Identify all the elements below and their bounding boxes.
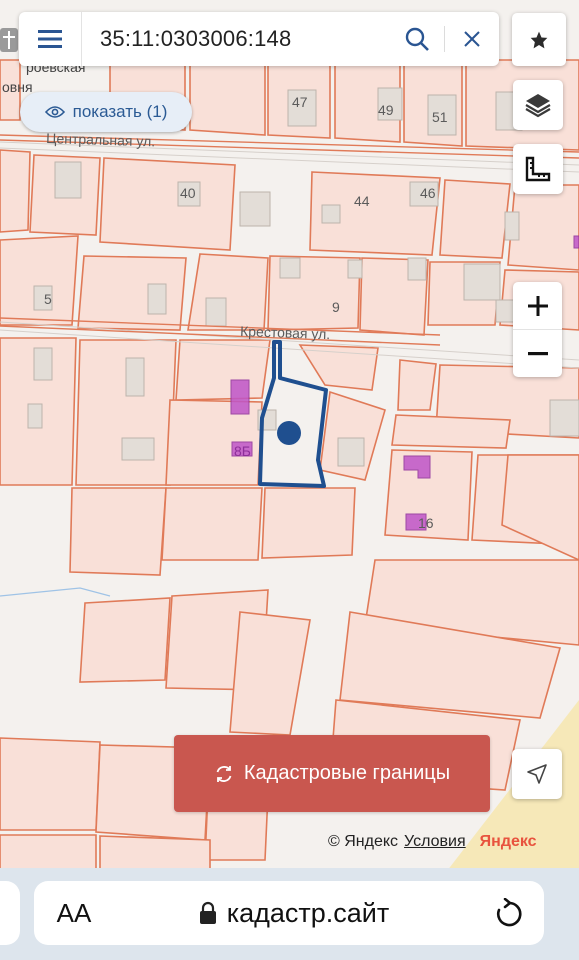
star-icon — [530, 31, 548, 48]
house-number: 40 — [180, 185, 196, 201]
place-label: овня — [2, 79, 33, 95]
house-number: 47 — [292, 94, 308, 110]
copyright-text: © Яндекс — [328, 833, 399, 850]
address-bar[interactable]: AA кадастр.сайт — [34, 881, 544, 945]
zoom-in-button[interactable] — [513, 282, 562, 329]
parcel-marker[interactable] — [277, 421, 301, 445]
yandex-logo: Яндекс — [479, 833, 537, 850]
house-number: 44 — [354, 193, 370, 209]
map-copyright: © Яндекс Условия Яндекс — [328, 833, 537, 851]
refresh-icon — [216, 765, 232, 782]
zoom-out-button[interactable] — [513, 330, 562, 377]
browser-toolbar: AA кадастр.сайт — [0, 868, 579, 960]
search-input[interactable]: 35:11:0303006:148 — [82, 26, 390, 52]
lock-icon — [199, 901, 216, 924]
street-label: Центральная ул. — [46, 130, 156, 149]
ruler-button[interactable] — [513, 144, 563, 194]
favorite-button[interactable] — [512, 13, 566, 66]
search-bar: 35:11:0303006:148 — [19, 12, 499, 66]
clear-button[interactable] — [445, 12, 499, 66]
layers-button[interactable] — [513, 80, 563, 130]
layers-icon — [525, 94, 551, 118]
reload-button[interactable] — [474, 898, 544, 928]
menu-icon — [38, 30, 62, 48]
house-number: 49 — [378, 102, 394, 118]
menu-button[interactable] — [19, 12, 82, 66]
url-display[interactable]: кадастр.сайт — [114, 898, 474, 929]
cadastral-borders-label: Кадастровые границы — [243, 762, 451, 784]
geolocation-button[interactable] — [512, 749, 562, 799]
eye-icon — [44, 106, 65, 118]
search-icon — [405, 27, 429, 51]
ruler-icon — [525, 156, 551, 182]
plus-icon — [527, 295, 548, 316]
terms-link[interactable]: Условия — [404, 833, 466, 851]
house-number: 5 — [44, 291, 52, 307]
house-number: 51 — [432, 109, 448, 125]
house-number: 9 — [332, 299, 340, 315]
reload-icon — [497, 898, 522, 927]
cadastral-borders-button[interactable]: Кадастровые границы — [174, 735, 490, 812]
show-results-label: показать (1) — [72, 102, 168, 121]
house-number: 8Б — [234, 443, 251, 459]
minus-icon — [527, 351, 548, 355]
text-size-label: AA — [56, 897, 92, 928]
navigate-icon — [527, 764, 547, 784]
show-results-button[interactable]: показать (1) — [20, 92, 192, 132]
church-icon — [0, 28, 18, 52]
search-button[interactable] — [390, 12, 444, 66]
previous-tab-card[interactable] — [0, 881, 20, 945]
zoom-control — [513, 282, 562, 377]
house-number: 46 — [420, 185, 436, 201]
url-text: кадастр.сайт — [226, 897, 390, 928]
close-icon — [464, 31, 480, 47]
house-number: 16 — [418, 515, 434, 531]
street-label: Крестовая ул. — [240, 323, 331, 342]
text-size-button[interactable]: AA — [34, 898, 114, 929]
